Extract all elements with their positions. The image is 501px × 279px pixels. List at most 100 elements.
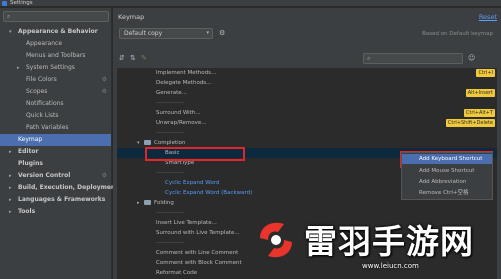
action-filter-input[interactable]: ⌕ bbox=[363, 53, 463, 64]
context-menu-item[interactable]: Add Abbreviation bbox=[402, 177, 492, 187]
action-label: Generate... bbox=[156, 90, 187, 96]
action-label: -------------- bbox=[156, 130, 184, 136]
sidebar-item[interactable]: ▾ Appearance & Behavior bbox=[0, 26, 111, 38]
watermark: 雷羽手游网 www.leiucn.com bbox=[244, 213, 501, 279]
sidebar-item-label: Keymap bbox=[18, 136, 43, 143]
settings-sidebar: ⌕ ▾ Appearance & Behavior Appearance Menus … bbox=[0, 8, 118, 279]
sidebar-item[interactable]: ▸ Editor bbox=[0, 146, 111, 158]
watermark-url: www.leiucn.com bbox=[362, 262, 419, 270]
collapse-all-icon[interactable]: ⇅ bbox=[130, 54, 136, 62]
shortcut-badge: Alt+Insert bbox=[465, 89, 495, 97]
sidebar-item-label: Plugins bbox=[18, 160, 43, 167]
sidebar-item[interactable]: ▸ Version Control ⚙ bbox=[0, 170, 111, 182]
action-label: -------------- bbox=[156, 100, 184, 106]
sidebar-item-label: Languages & Frameworks bbox=[18, 196, 106, 203]
sidebar-item-label: Editor bbox=[18, 148, 39, 155]
chevron-down-icon[interactable]: ▾ bbox=[9, 26, 12, 38]
sidebar-item-label: Build, Execution, Deployment bbox=[18, 184, 119, 191]
keymap-select-value: Default copy bbox=[124, 30, 163, 37]
action-label: Surround with Live Template... bbox=[156, 230, 240, 236]
action-label: Reformat Code bbox=[156, 270, 198, 276]
sidebar-item[interactable]: Notifications bbox=[0, 98, 111, 110]
action-row[interactable]: Surround With... Ctrl+Alt+T bbox=[117, 108, 497, 118]
sidebar-item[interactable]: Menus and Toolbars bbox=[0, 50, 111, 62]
shortcut-badge: Ctrl+Alt+T bbox=[463, 109, 495, 117]
based-on-label: Based on Default keymap bbox=[422, 31, 493, 37]
chevron-down-icon: ▾ bbox=[206, 30, 209, 36]
sidebar-item[interactable]: ▸ Languages & Frameworks bbox=[0, 194, 111, 206]
chevron-right-icon[interactable]: ▸ bbox=[9, 206, 12, 218]
chevron-down-icon[interactable]: ▾ bbox=[137, 138, 140, 148]
settings-search-input[interactable]: ⌕ bbox=[3, 11, 109, 22]
action-label: Comment with Block Comment bbox=[156, 260, 242, 266]
sidebar-item-label: System Settings bbox=[26, 64, 75, 71]
sidebar-item[interactable]: Scopes ⚙ bbox=[0, 86, 111, 98]
expand-all-icon[interactable]: ⇵ bbox=[119, 54, 125, 62]
action-label: Surround With... bbox=[156, 110, 201, 116]
sidebar-item[interactable]: File Colors ⚙ bbox=[0, 74, 111, 86]
action-label: -------------- bbox=[156, 170, 184, 176]
context-menu: Add Keyboard Shortcut Add Mouse Shortcut A… bbox=[401, 152, 493, 200]
find-by-shortcut-icon[interactable]: ☺ bbox=[468, 54, 475, 62]
sidebar-item-label: Appearance bbox=[26, 40, 63, 47]
sidebar-item[interactable]: Quick Lists bbox=[0, 110, 111, 122]
context-menu-item[interactable]: Remove Ctrl+空格 bbox=[402, 188, 492, 198]
search-icon: ⌕ bbox=[367, 55, 371, 62]
shortcut-badge: Ctrl+I bbox=[476, 69, 495, 77]
action-label: Delegate Methods... bbox=[156, 80, 212, 86]
settings-tree: ▾ Appearance & Behavior Appearance Menus an… bbox=[0, 26, 118, 218]
sidebar-item[interactable]: Keymap bbox=[0, 134, 111, 146]
action-label: Comment with Line Comment bbox=[156, 250, 239, 256]
watermark-text: 雷羽手游网 bbox=[304, 222, 474, 261]
sidebar-item[interactable]: Plugins bbox=[0, 158, 111, 170]
action-separator: -------------- bbox=[117, 98, 497, 108]
chevron-right-icon[interactable]: ▸ bbox=[9, 194, 12, 206]
action-label: Cyclic Expand Word bbox=[165, 180, 220, 186]
sidebar-item[interactable]: Appearance bbox=[0, 38, 111, 50]
sidebar-item[interactable]: ▸ Build, Execution, Deployment bbox=[0, 182, 118, 194]
sidebar-item-label: File Colors bbox=[26, 76, 57, 83]
app-icon bbox=[2, 1, 7, 6]
sidebar-item-label: Appearance & Behavior bbox=[18, 28, 98, 35]
edit-icon[interactable]: ✎ bbox=[141, 54, 147, 62]
chevron-right-icon[interactable]: ▸ bbox=[17, 62, 20, 74]
action-label: Insert Live Template... bbox=[156, 220, 217, 226]
shortcut-badge: Ctrl+Shift+Delete bbox=[445, 119, 495, 127]
context-menu-item[interactable]: Add Keyboard Shortcut bbox=[402, 154, 492, 164]
keymap-toolbar: ⇵ ⇅ ✎ ⌕ ☺ bbox=[117, 52, 497, 66]
chevron-right-icon[interactable]: ▸ bbox=[9, 182, 12, 194]
action-label: Implement Methods... bbox=[156, 70, 217, 76]
action-row[interactable]: Delegate Methods... bbox=[117, 78, 497, 88]
sidebar-item-label: Notifications bbox=[26, 100, 64, 107]
project-level-icon: ⚙ bbox=[101, 88, 107, 95]
sidebar-item-label: Tools bbox=[18, 208, 36, 215]
chevron-right-icon[interactable]: ▸ bbox=[9, 146, 12, 158]
project-level-icon: ⚙ bbox=[101, 172, 107, 179]
action-label: Folding bbox=[154, 200, 174, 206]
action-row[interactable]: Unwrap/Remove... Ctrl+Shift+Delete bbox=[117, 118, 497, 128]
window-title: Settings bbox=[10, 0, 33, 6]
chevron-right-icon[interactable]: ▸ bbox=[137, 198, 140, 208]
sidebar-item-label: Menus and Toolbars bbox=[26, 52, 86, 59]
gear-icon[interactable]: ⚙ bbox=[219, 29, 225, 37]
chevron-right-icon[interactable]: ▸ bbox=[9, 170, 12, 182]
action-label: Cyclic Expand Word (Backward) bbox=[165, 190, 253, 196]
reset-link[interactable]: Reset bbox=[479, 13, 497, 21]
context-menu-item[interactable]: Add Mouse Shortcut bbox=[402, 166, 492, 176]
action-label: -------------- bbox=[156, 240, 184, 246]
project-level-icon: ⚙ bbox=[101, 76, 107, 83]
sidebar-item-label: Quick Lists bbox=[26, 112, 59, 119]
sidebar-item-label: Scopes bbox=[26, 88, 48, 95]
basic-highlight-box bbox=[145, 147, 245, 161]
page-title: Keymap bbox=[118, 13, 145, 21]
action-row[interactable]: Generate... Alt+Insert bbox=[117, 88, 497, 98]
keymap-select[interactable]: Default copy ▾ bbox=[119, 28, 213, 39]
action-separator: -------------- bbox=[117, 128, 497, 138]
sidebar-item[interactable]: ▸ Tools bbox=[0, 206, 111, 218]
search-icon: ⌕ bbox=[7, 13, 11, 20]
folder-icon bbox=[144, 140, 151, 145]
sidebar-item[interactable]: Path Variables bbox=[0, 122, 111, 134]
sidebar-item[interactable]: ▸ System Settings bbox=[0, 62, 111, 74]
action-row[interactable]: Implement Methods... Ctrl+I bbox=[117, 68, 497, 78]
sidebar-item-label: Path Variables bbox=[26, 124, 69, 131]
